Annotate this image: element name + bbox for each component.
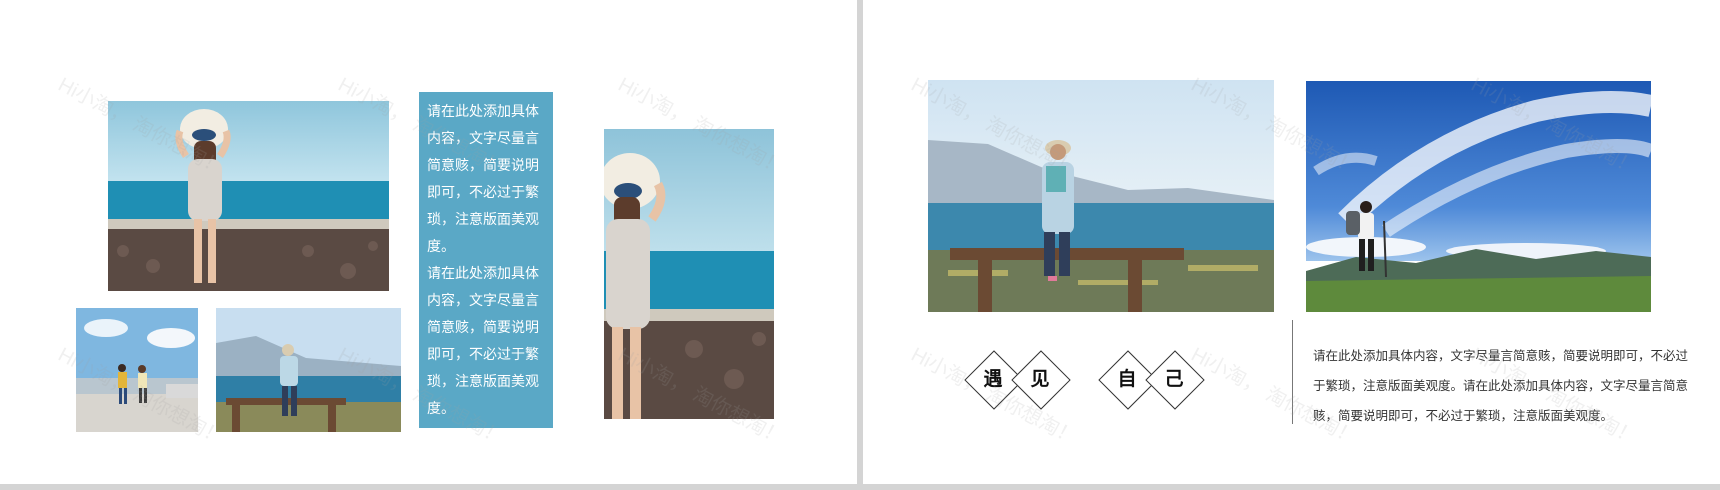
text-block-paragraph-1: 请在此处添加具体内容，文字尽量言简意赅，简要说明即可，不必过于繁琐，注意版面美观… bbox=[427, 103, 539, 254]
title-char-1: 遇 bbox=[983, 369, 1003, 390]
photo-hiker-mountain bbox=[1306, 81, 1651, 312]
photo-woman-bench bbox=[216, 308, 401, 432]
title-char-2: 见 bbox=[1030, 369, 1050, 390]
title-char-4: 己 bbox=[1164, 369, 1184, 390]
title-char-3: 自 bbox=[1117, 369, 1137, 390]
photo-woman-lake-bench bbox=[928, 80, 1274, 312]
right-page: 遇 见 自 己 请在此处添加具体内容，文字尽量言简意赅，简要说明即可，不必过于繁… bbox=[863, 0, 1720, 484]
title-pair-1: 遇 见 bbox=[964, 350, 1076, 410]
divider-line bbox=[1292, 320, 1293, 424]
photo-woman-hat-sea bbox=[108, 101, 389, 291]
body-text: 请在此处添加具体内容，文字尽量言简意赅，简要说明即可，不必过于繁琐，注意版面美观… bbox=[1313, 349, 1689, 423]
title-pair-2: 自 己 bbox=[1098, 350, 1210, 410]
photo-woman-hat-portrait bbox=[604, 129, 774, 419]
photo-couple-walking bbox=[76, 308, 198, 432]
left-page: 请在此处添加具体内容，文字尽量言简意赅，简要说明即可，不必过于繁琐，注意版面美观… bbox=[0, 0, 857, 484]
text-block: 请在此处添加具体内容，文字尽量言简意赅，简要说明即可，不必过于繁琐，注意版面美观… bbox=[419, 92, 553, 428]
text-block-paragraph-2: 请在此处添加具体内容，文字尽量言简意赅，简要说明即可，不必过于繁琐，注意版面美观… bbox=[427, 265, 539, 416]
